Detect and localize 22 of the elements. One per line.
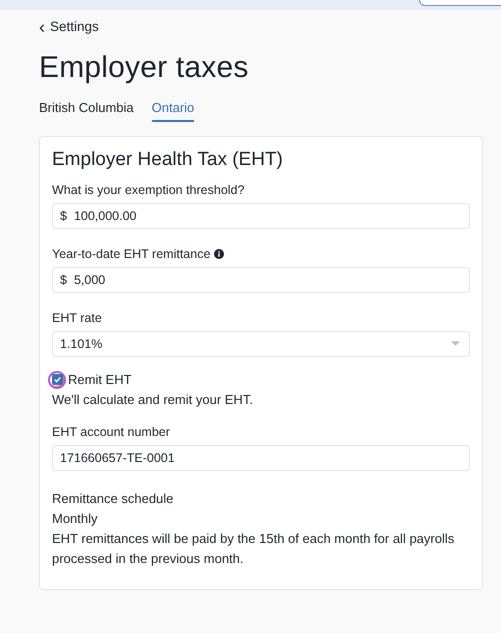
select-field[interactable]: 1.101% <box>52 330 470 356</box>
checkbox-label: Remit EHT <box>68 372 132 387</box>
input-field[interactable]: $ 5,000 <box>52 266 470 292</box>
field-label: Year-to-date EHT remittance <box>52 246 210 260</box>
schedule-value: Monthly <box>52 510 99 528</box>
input-field[interactable]: 171660657-TE-0001 <box>52 444 470 470</box>
back-link[interactable]: ‹ Settings <box>39 19 99 34</box>
checkbox[interactable] <box>48 370 66 388</box>
field-label: EHT account number <box>52 424 170 438</box>
tab[interactable]: Ontario <box>152 100 194 122</box>
caret-icon <box>451 341 460 346</box>
card-heading: Employer Health Tax (EHT) <box>52 148 284 170</box>
page-title: Employer taxes <box>39 50 250 86</box>
schedule-note: EHT remittances will be paid by the 15th of each month for all payrolls processed in the previous month. <box>52 530 456 568</box>
field-label: What is your exemption threshold? <box>52 182 244 196</box>
input-field[interactable]: $ 100,000.00 <box>52 202 470 228</box>
checkbox-description: We'll calculate and remit your EHT. <box>52 392 254 406</box>
info-icon[interactable] <box>214 248 224 258</box>
checkmark-icon <box>52 375 62 384</box>
field-label: EHT rate <box>52 310 102 324</box>
schedule-label: Remittance schedule <box>52 490 174 508</box>
tab[interactable]: British Columbia <box>39 100 134 122</box>
